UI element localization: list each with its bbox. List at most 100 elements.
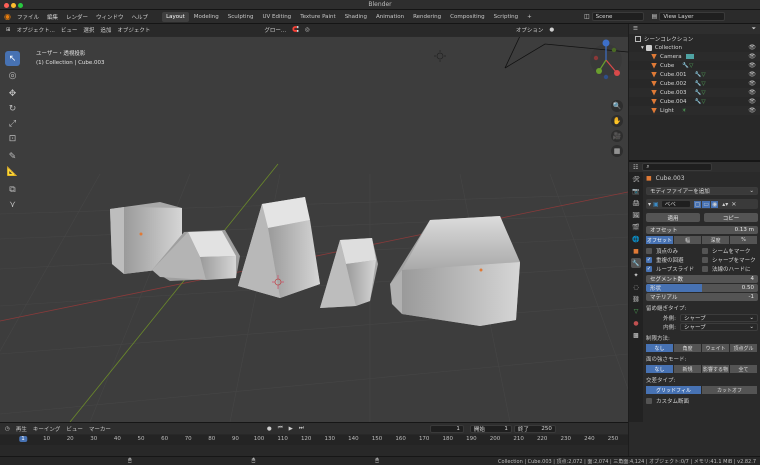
scale-tool[interactable]: ⤢ bbox=[5, 116, 20, 131]
workspace-tab-texture-paint[interactable]: Texture Paint bbox=[296, 12, 340, 22]
move-tool[interactable]: ✥ bbox=[5, 86, 20, 101]
scene-collection-row[interactable]: シーンコレクション bbox=[629, 34, 760, 43]
extra-tool-icon[interactable]: ⋎ bbox=[5, 197, 20, 212]
collapse-chevron-icon[interactable]: ▾ bbox=[648, 201, 651, 208]
3d-viewport[interactable]: ⊞ オブジェクト... ビュー 選択 追加 オブジェクト グロー... 🧲 ◎ … bbox=[0, 24, 628, 422]
menu-window[interactable]: ウィンドウ bbox=[96, 13, 124, 21]
offset-field[interactable]: オフセット 0.13 m bbox=[646, 226, 758, 234]
copy-button[interactable]: コピー bbox=[704, 213, 758, 222]
texture-tab-icon[interactable]: ▩ bbox=[631, 330, 641, 340]
grid-perspective-icon[interactable]: ▦ bbox=[611, 145, 623, 157]
workspace-tab-modeling[interactable]: Modeling bbox=[190, 12, 223, 22]
menu-help[interactable]: ヘルプ bbox=[132, 13, 149, 21]
jump-end-icon[interactable]: ⏭ bbox=[299, 425, 304, 432]
outliner-item-cube[interactable]: Cube 🔧 ▽ 👁 bbox=[629, 61, 760, 70]
options-menu[interactable]: オプション bbox=[516, 26, 544, 34]
visibility-eye-icon[interactable]: 👁 bbox=[748, 62, 756, 69]
properties-search[interactable]: ⌕ bbox=[642, 163, 713, 171]
annotate-tool[interactable]: ✎ bbox=[5, 149, 20, 164]
world-tab-icon[interactable]: 🌐 bbox=[631, 234, 641, 244]
measure-tool[interactable]: 📐 bbox=[5, 164, 20, 179]
navigation-gizmo[interactable] bbox=[588, 36, 626, 96]
outliner-item-collection[interactable]: ▾ Collection 👁 bbox=[629, 43, 760, 52]
timeline-ruler[interactable]: 1 10 20 30 40 50 60 70 80 90 100 110 120 130 140 150 160… bbox=[0, 435, 628, 445]
outer-miter-dropdown[interactable]: シャープ ⌄ bbox=[680, 314, 758, 322]
inner-miter-dropdown[interactable]: シャープ ⌄ bbox=[680, 323, 758, 331]
output-tab-icon[interactable]: 🖨 bbox=[631, 198, 641, 208]
cursor-tool[interactable]: ◎ bbox=[5, 68, 20, 83]
zoom-icon[interactable]: 🔍 bbox=[611, 100, 623, 112]
modifier-name-field[interactable]: ベベ bbox=[660, 200, 691, 208]
outliner-item-camera[interactable]: Camera 👁 bbox=[629, 52, 760, 61]
workspace-tab-rendering[interactable]: Rendering bbox=[409, 12, 445, 22]
mode-selector[interactable]: オブジェクト... bbox=[17, 26, 55, 34]
material-field[interactable]: マテリアル -1 bbox=[646, 293, 758, 301]
visibility-eye-icon[interactable]: 👁 bbox=[748, 107, 756, 114]
editmode-toggle-icon[interactable]: ▢ bbox=[693, 200, 702, 208]
width-type-offset[interactable]: オフセット bbox=[646, 236, 673, 244]
camera-view-icon[interactable]: 🎥 bbox=[611, 130, 623, 142]
menu-marker[interactable]: マーカー bbox=[89, 425, 111, 433]
workspace-tab-compositing[interactable]: Compositing bbox=[446, 12, 488, 22]
limit-none-option[interactable]: なし bbox=[646, 344, 673, 352]
menu-edit[interactable]: 編集 bbox=[47, 13, 58, 21]
mark-sharp-checkbox[interactable]: シャープをマーク bbox=[702, 255, 758, 264]
visibility-eye-icon[interactable]: 👁 bbox=[748, 89, 756, 96]
add-modifier-dropdown[interactable]: モディファイアーを追加 ⌄ bbox=[646, 187, 758, 195]
proportional-edit-icon[interactable]: ◎ bbox=[305, 27, 310, 33]
tool-tab-icon[interactable]: 🛠 bbox=[631, 174, 641, 184]
menu-select[interactable]: 選択 bbox=[83, 26, 94, 34]
constraints-tab-icon[interactable]: ⛓ bbox=[631, 294, 641, 304]
object-tab-icon[interactable]: ■ bbox=[631, 246, 641, 256]
menu-file[interactable]: ファイル bbox=[17, 13, 39, 21]
outliner-item-cube-002[interactable]: Cube.002 🔧 ▽ 👁 bbox=[629, 79, 760, 88]
remove-modifier-icon[interactable]: ✕ bbox=[731, 201, 736, 208]
visibility-eye-icon[interactable]: 👁 bbox=[748, 44, 756, 51]
clamp-overlap-checkbox[interactable]: ✓ 重複の回避 bbox=[646, 255, 702, 264]
add-cube-tool[interactable]: ⧉ bbox=[5, 182, 20, 197]
profile-slider[interactable]: 形状 0.50 bbox=[646, 284, 758, 292]
mark-seam-checkbox[interactable]: シームをマーク bbox=[702, 246, 758, 255]
play-icon[interactable]: ▶ bbox=[289, 426, 293, 432]
visibility-eye-icon[interactable]: 👁 bbox=[748, 80, 756, 87]
menu-timeline-view[interactable]: ビュー bbox=[66, 425, 83, 433]
outliner-item-cube-004[interactable]: Cube.004 🔧 ▽ 👁 bbox=[629, 97, 760, 106]
render-toggle-icon[interactable]: ◉ bbox=[711, 200, 719, 208]
viewport-shading-solid-icon[interactable]: ● bbox=[549, 27, 554, 33]
custom-profile-checkbox[interactable]: カスタム断面 bbox=[646, 396, 758, 405]
pan-hand-icon[interactable]: ✋ bbox=[611, 115, 623, 127]
workspace-tab-layout[interactable]: Layout bbox=[162, 11, 189, 22]
view-layer-selector[interactable]: View Layer bbox=[659, 12, 726, 21]
particles-tab-icon[interactable]: ✦ bbox=[631, 270, 641, 280]
width-type-percent[interactable]: % bbox=[730, 236, 757, 244]
material-tab-icon[interactable]: ● bbox=[631, 318, 641, 328]
transform-orientation-selector[interactable]: グロー... bbox=[264, 26, 286, 34]
limit-weight-option[interactable]: ウェイト bbox=[702, 344, 729, 352]
transform-tool[interactable]: ⊡ bbox=[5, 131, 20, 146]
timeline-track[interactable] bbox=[0, 446, 628, 456]
limit-angle-option[interactable]: 角度 bbox=[674, 344, 701, 352]
editor-type-icon[interactable]: ⊞ bbox=[6, 27, 11, 33]
loop-slide-checkbox[interactable]: ✓ ループスライド bbox=[646, 264, 702, 273]
data-tab-icon[interactable]: ▽ bbox=[631, 306, 641, 316]
filter-icon[interactable]: ⏷ bbox=[752, 26, 756, 33]
properties-editor-icon[interactable]: ☷ bbox=[633, 164, 638, 171]
timeline-editor-icon[interactable]: ◷ bbox=[5, 426, 10, 432]
expand-chevron-icon[interactable]: ▾ bbox=[641, 45, 644, 51]
outliner-item-light[interactable]: Light ☀ 👁 bbox=[629, 106, 760, 115]
outliner-item-cube-003[interactable]: Cube.003 🔧 ▽ 👁 bbox=[629, 88, 760, 97]
menu-object[interactable]: オブジェクト bbox=[117, 26, 150, 34]
scene-selector[interactable]: Scene bbox=[591, 12, 644, 21]
select-box-tool[interactable]: ↖ bbox=[5, 51, 20, 66]
workspace-tab-shading[interactable]: Shading bbox=[341, 12, 371, 22]
start-frame-field[interactable]: 開始 1 bbox=[469, 424, 512, 433]
face-new-option[interactable]: 新規 bbox=[674, 365, 701, 373]
face-none-option[interactable]: なし bbox=[646, 365, 673, 373]
end-frame-field[interactable]: 終了 250 bbox=[513, 424, 556, 433]
face-affected-option[interactable]: 影響する物 bbox=[702, 365, 729, 373]
menu-add[interactable]: 追加 bbox=[100, 26, 111, 34]
menu-keying[interactable]: キーイング bbox=[33, 425, 61, 433]
jump-start-icon[interactable]: ⏮ bbox=[278, 425, 283, 432]
add-workspace-button[interactable]: + bbox=[523, 12, 536, 22]
outliner-item-cube-001[interactable]: Cube.001 🔧 ▽ 👁 bbox=[629, 70, 760, 79]
